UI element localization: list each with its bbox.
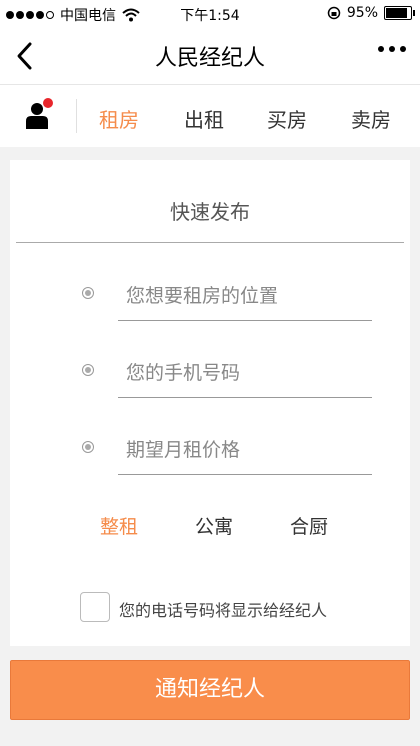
user-avatar-button[interactable] [24, 97, 54, 131]
battery-icon [384, 6, 415, 20]
tab-buy[interactable]: 买房 [267, 104, 307, 133]
location-input[interactable] [118, 272, 372, 321]
notification-dot [43, 98, 53, 108]
tab-bar: 租房 出租 买房 卖房 [0, 85, 420, 147]
phone-input[interactable] [118, 349, 372, 398]
location-bullet-icon [82, 287, 94, 299]
price-input[interactable] [118, 426, 372, 475]
consent-label: 您的电话号码将显示给经纪人 [119, 601, 328, 620]
tab-let[interactable]: 出租 [184, 104, 224, 133]
title-divider [16, 242, 404, 243]
price-field [82, 426, 378, 476]
more-horizontal-icon [378, 46, 384, 52]
consent-checkbox[interactable] [80, 592, 110, 622]
location-field [82, 272, 378, 322]
form-title: 快速发布 [170, 200, 250, 224]
quick-post-card: 快速发布 整租 公寓 合厨 您的电话号码将显示给经纪人 [10, 160, 410, 646]
phone-bullet-icon [82, 364, 94, 376]
rent-type-shared-kitchen[interactable]: 合厨 [290, 512, 328, 539]
status-bar: 中国电信 下午1:54 95% [0, 0, 420, 28]
tab-sell[interactable]: 卖房 [351, 104, 391, 133]
person-icon [26, 98, 53, 129]
more-button[interactable] [378, 46, 406, 52]
back-button[interactable] [12, 38, 42, 74]
tab-rent[interactable]: 租房 [99, 104, 139, 133]
notify-agent-button[interactable]: 通知经纪人 [10, 660, 410, 720]
nav-bar: 人民经纪人 [0, 28, 420, 85]
rent-type-whole[interactable]: 整租 [100, 512, 138, 539]
rotation-lock-icon [327, 6, 341, 20]
tab-divider [76, 99, 77, 133]
rent-type-apartment[interactable]: 公寓 [195, 512, 233, 539]
price-bullet-icon [82, 441, 94, 453]
status-right: 95% [327, 5, 415, 21]
battery-percent: 95% [346, 5, 378, 21]
phone-field [82, 349, 378, 399]
page-title: 人民经纪人 [154, 46, 265, 71]
chevron-left-icon [17, 42, 32, 70]
